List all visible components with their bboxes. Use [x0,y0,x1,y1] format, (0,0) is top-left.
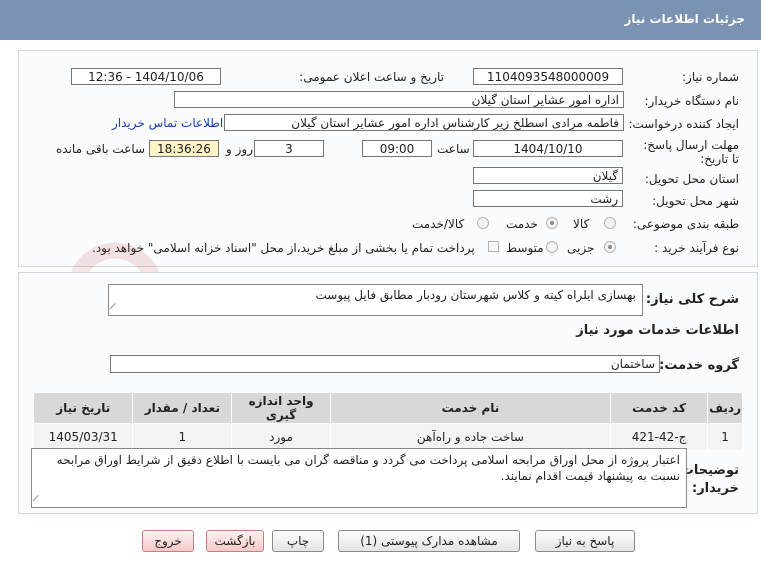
services-section-title: اطلاعات خدمات مورد نیاز [576,323,739,338]
category-radio-goods-service[interactable] [477,217,489,229]
time-remaining-label: ساعت باقی مانده [56,142,146,156]
announce-date-field: 1404/10/06 - 12:36 [71,68,221,85]
treasury-checkbox[interactable] [488,241,499,252]
col-service-name: نام خدمت [329,392,611,424]
description-label: شرح کلی نیاز: [645,292,739,307]
cell-quantity: 1 [132,423,233,451]
page-title: جزئیات اطلاعات نیاز [624,12,745,26]
col-quantity: تعداد / مقدار [132,392,233,424]
reply-to-need-button[interactable]: پاسخ به نیاز [535,530,635,552]
process-option-minor: جزیی [567,241,595,255]
exit-button[interactable]: خروج [142,530,194,552]
process-radio-minor[interactable] [604,241,616,253]
col-service-code: کد خدمت [609,392,709,424]
view-attachments-button[interactable]: مشاهده مدارک پیوستی (1) [338,530,520,552]
deadline-time-label: ساعت [437,142,470,156]
category-option-goods-service: کالا/خدمت [412,217,465,231]
process-radio-medium[interactable] [546,241,558,253]
buyer-contact-link[interactable]: اطلاعات تماس خریدار [112,116,223,130]
deadline-label: مهلت ارسال پاسخ: تا تاریخ: [643,138,739,166]
description-textarea: بهسازی ایلراه کیته و کلاس شهرستان رودبار… [108,284,643,316]
category-radio-goods[interactable] [604,217,616,229]
city-label: شهر محل تحویل: [652,194,739,208]
treasury-note: پرداخت تمام یا بخشی از مبلغ خرید،از محل … [92,241,475,255]
days-label: روز و [226,142,253,156]
process-option-medium: متوسط [506,241,544,255]
deadline-time-field: 09:00 [362,140,432,157]
cell-service-name: ساخت جاده و راه‌آهن [329,423,611,451]
category-label: طبقه بندی موضوعی: [632,217,739,231]
category-option-goods: کالا [573,217,590,231]
buyer-notes-label: توضیحات خریدار: [680,463,739,496]
province-label: استان محل تحویل: [644,172,739,186]
need-number-field: 1104093548000009 [473,68,623,85]
province-field: گیلان [473,167,623,184]
category-option-service: خدمت [506,217,538,231]
days-remaining-field: 3 [254,140,324,157]
process-type-label: نوع فرآیند خرید : [654,241,739,255]
back-button[interactable]: بازگشت [206,530,264,552]
category-radio-service[interactable] [546,217,558,229]
announce-date-label: تاریخ و ساعت اعلان عمومی: [299,70,444,84]
creator-label: ایجاد کننده درخواست: [628,117,739,131]
resize-handle-icon[interactable] [32,494,45,508]
buyer-org-label: نام دستگاه خریدار: [644,94,740,108]
cell-service-code: ج-42-421 [609,423,709,451]
print-button[interactable]: چاپ [272,530,324,552]
buyer-org-field: اداره امور عشایر استان گیلان [174,91,624,108]
service-group-label: گروه خدمت: [659,358,739,373]
cell-unit: مورد [231,423,331,451]
services-table: ردیف کد خدمت نام خدمت واحد اندازه گیری ت… [32,392,743,451]
table-header-row: ردیف کد خدمت نام خدمت واحد اندازه گیری ت… [32,392,743,424]
description-text: بهسازی ایلراه کیته و کلاس شهرستان رودبار… [315,288,636,302]
resize-handle-icon[interactable] [109,302,122,316]
col-need-date: تاریخ نیاز [32,392,134,424]
creator-field: فاطمه مرادی اسطلخ زیر کارشناس اداره امور… [224,114,624,131]
cell-need-date: 1405/03/31 [32,423,134,451]
col-index: ردیف [707,392,743,424]
table-row: 1 ج-42-421 ساخت جاده و راه‌آهن مورد 1 14… [32,423,743,451]
deadline-date-field: 1404/10/10 [473,140,623,157]
buyer-notes-text: اعتبار پروژه از محل اوراق مرابحه اسلامی … [56,453,680,483]
city-field: رشت [473,190,623,207]
col-unit: واحد اندازه گیری [231,392,331,424]
need-number-label: شماره نیاز: [682,70,739,84]
buyer-notes-textarea: اعتبار پروژه از محل اوراق مرابحه اسلامی … [31,448,687,508]
cell-index: 1 [707,423,743,451]
time-remaining-field: 18:36:26 [149,140,219,157]
service-group-field: ساختمان [110,355,660,373]
